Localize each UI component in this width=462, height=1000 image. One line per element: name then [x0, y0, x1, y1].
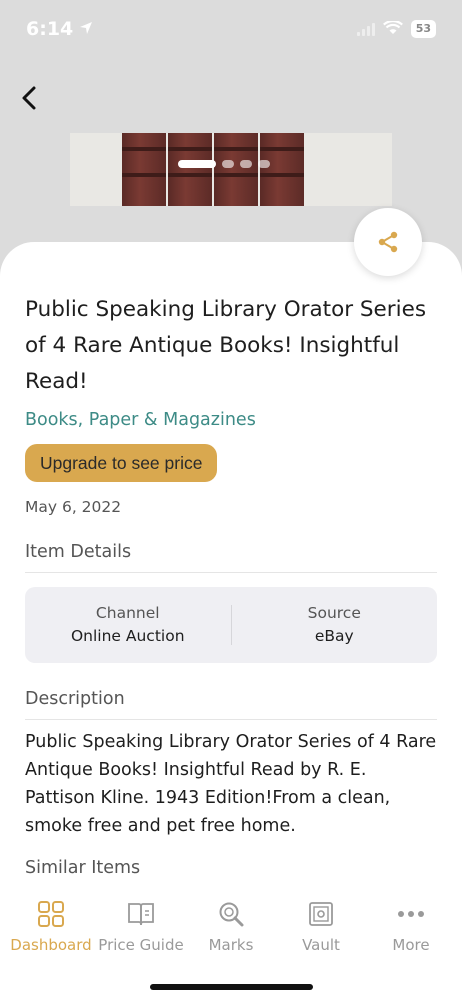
item-photo[interactable] — [70, 133, 392, 206]
similar-items-heading: Similar Items — [25, 858, 141, 874]
book-icon — [127, 898, 155, 930]
image-pager[interactable] — [178, 160, 270, 168]
item-info-card: Channel Online Auction Source eBay — [25, 587, 437, 663]
source-info: Source eBay — [232, 602, 438, 648]
pager-dot[interactable] — [222, 160, 234, 168]
pager-dot[interactable] — [258, 160, 270, 168]
back-button[interactable] — [16, 80, 46, 116]
tab-label: Marks — [208, 936, 254, 954]
channel-label: Channel — [95, 604, 160, 622]
vault-icon — [307, 898, 335, 930]
status-time: 6:14 — [26, 18, 74, 40]
item-details: Public Speaking Library Orator Series of… — [25, 292, 437, 874]
home-indicator[interactable] — [150, 984, 313, 990]
item-date: May 6, 2022 — [25, 498, 122, 516]
dots-icon — [397, 898, 425, 930]
tab-label: Vault — [302, 936, 340, 954]
grid-icon — [37, 898, 65, 930]
share-icon — [378, 231, 398, 253]
pager-dot[interactable] — [178, 160, 216, 168]
pager-dot[interactable] — [240, 160, 252, 168]
description-heading: Description — [25, 689, 437, 720]
tab-dashboard[interactable]: Dashboard — [8, 888, 94, 1000]
upgrade-button[interactable]: Upgrade to see price — [25, 444, 218, 482]
source-value: eBay — [314, 627, 354, 645]
wifi-icon — [382, 18, 403, 40]
share-button[interactable] — [354, 208, 422, 276]
item-details-heading: Item Details — [25, 542, 437, 573]
tab-label: Dashboard — [10, 936, 92, 954]
description-text: Public Speaking Library Orator Series of… — [25, 732, 437, 836]
battery-icon: 53 — [410, 20, 436, 38]
signal-icon — [356, 22, 375, 36]
tab-label: More — [392, 936, 430, 954]
source-label: Source — [307, 604, 361, 622]
location-icon — [79, 18, 93, 40]
chevron-left-icon — [22, 86, 36, 110]
item-category-link[interactable]: Books, Paper & Magazines — [25, 410, 437, 430]
tab-more[interactable]: More — [368, 888, 454, 1000]
channel-info: Channel Online Auction — [25, 602, 231, 648]
magnifier-icon — [217, 898, 245, 930]
status-bar: 6:14 53 — [0, 0, 462, 58]
item-title: Public Speaking Library Orator Series of… — [25, 297, 427, 394]
tab-label: Price Guide — [98, 936, 184, 954]
channel-value: Online Auction — [70, 627, 185, 645]
